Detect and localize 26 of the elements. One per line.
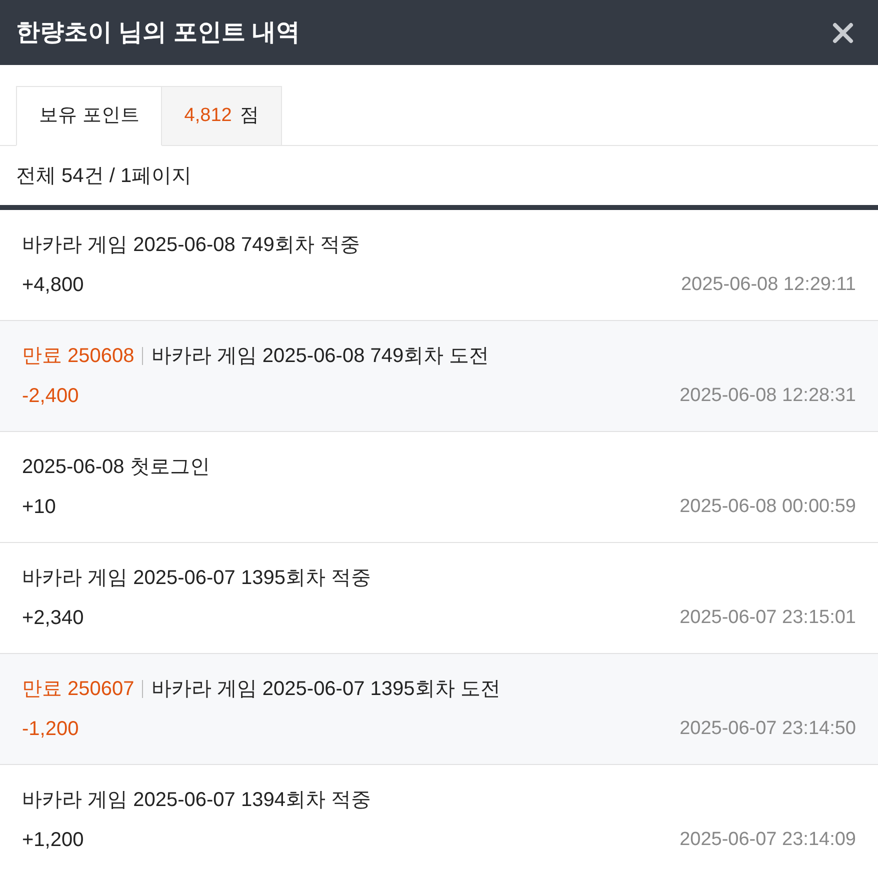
point-amount: +1,200 xyxy=(22,828,84,853)
entry-time: 2025-06-07 23:15:01 xyxy=(680,606,856,630)
point-amount: -2,400 xyxy=(22,384,79,409)
entry-time: 2025-06-08 00:00:59 xyxy=(680,494,856,519)
entry-title: 바카라 게임 2025-06-07 1394회차 적중 xyxy=(22,788,372,813)
balance-unit: 점 xyxy=(240,104,259,128)
expiry-tag: 만료 250607 xyxy=(22,674,134,704)
expiry-tag: 만료 250608 xyxy=(22,341,134,371)
entry-time: 2025-06-08 12:29:11 xyxy=(680,272,856,297)
entry-title: 바카라 게임 2025-06-07 1395회차 도전 xyxy=(151,677,500,702)
entry-time: 2025-06-08 12:28:31 xyxy=(680,384,856,408)
point-amount: +4,800 xyxy=(22,273,84,298)
entry-title: 바카라 게임 2025-06-08 749회차 도전 xyxy=(151,344,490,369)
balance-amount: 4,812 xyxy=(184,104,232,128)
entry-title: 2025-06-08 첫로그인 xyxy=(22,455,210,480)
entry-time: 2025-06-07 23:14:09 xyxy=(680,828,856,852)
point-amount: +2,340 xyxy=(22,606,84,631)
entry-title: 바카라 게임 2025-06-07 1395회차 적중 xyxy=(22,566,372,591)
entry-time: 2025-06-07 23:14:50 xyxy=(680,716,856,741)
summary-text: 전체 54건 / 1페이지 xyxy=(16,164,192,188)
point-amount: +10 xyxy=(22,495,56,520)
entry-title: 바카라 게임 2025-06-08 749회차 적중 xyxy=(22,233,360,258)
point-amount: -1,200 xyxy=(22,717,79,742)
close-icon[interactable] xyxy=(832,22,854,44)
window-title: 한량초이 님의 포인트 내역 xyxy=(16,18,300,48)
tab[interactable]: 보유 포인트 xyxy=(16,86,162,146)
